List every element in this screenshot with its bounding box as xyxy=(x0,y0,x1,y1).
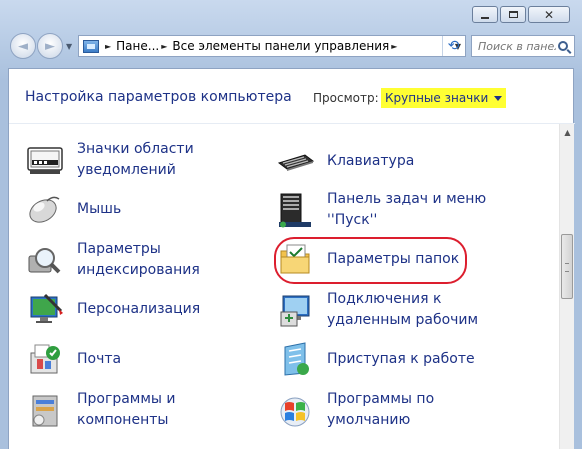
remote-connections-icon xyxy=(275,290,315,330)
default-programs-icon xyxy=(275,390,315,430)
mail-icon xyxy=(25,339,65,379)
item-remote-connections[interactable]: Подключения к удаленным рабочим xyxy=(275,289,478,331)
search-box[interactable] xyxy=(471,35,575,57)
breadcrumb-separator-icon[interactable]: ► xyxy=(161,42,167,51)
chevron-down-icon xyxy=(494,96,503,101)
scroll-thumb[interactable] xyxy=(561,234,573,299)
item-label: Подключения к удаленным рабочим xyxy=(327,291,479,328)
item-personalization[interactable]: Персонализация xyxy=(25,289,200,329)
item-indexing-options[interactable]: Параметры индексирования xyxy=(25,239,200,281)
arrow-right-icon: ► xyxy=(45,38,55,54)
refresh-icon: ⟲ xyxy=(447,38,460,54)
page-title: Настройка параметров компьютера xyxy=(25,89,292,105)
search-input[interactable] xyxy=(478,39,556,53)
item-keyboard[interactable]: Клавиатура xyxy=(275,141,414,181)
getting-started-icon xyxy=(275,339,315,379)
item-mail[interactable]: Почта xyxy=(25,339,121,379)
breadcrumb-all-items[interactable]: Все элементы панели управления xyxy=(172,39,389,53)
item-taskbar-start-menu[interactable]: Панель задач и меню ''Пуск'' xyxy=(275,189,486,231)
recent-pages-dropdown-icon[interactable]: ▼ xyxy=(66,42,72,51)
vertical-scrollbar[interactable]: ▲ xyxy=(559,124,574,449)
back-button[interactable]: ◄ xyxy=(10,33,36,59)
personalization-icon xyxy=(25,289,65,329)
refresh-button[interactable]: ⟲ xyxy=(442,36,464,56)
annotation-highlight-ring xyxy=(274,237,467,284)
caption-buttons: ✕ xyxy=(472,6,570,23)
notification-area-icon xyxy=(25,140,65,180)
item-label: Панель задач и меню ''Пуск'' xyxy=(327,191,487,228)
item-label: Приступая к работе xyxy=(327,350,475,367)
minimize-button[interactable] xyxy=(472,6,498,23)
control-panel-content: Настройка параметров компьютера Просмотр… xyxy=(8,68,575,449)
item-default-programs[interactable]: Программы по умолчанию xyxy=(275,389,434,431)
close-button[interactable]: ✕ xyxy=(528,6,570,23)
view-mode-value: Крупные значки xyxy=(385,91,489,105)
indexing-icon xyxy=(25,240,65,280)
forward-button[interactable]: ► xyxy=(37,33,63,59)
content-header: Настройка параметров компьютера Просмотр… xyxy=(9,69,575,124)
item-label: Персонализация xyxy=(77,300,201,317)
item-notification-icons[interactable]: Значки области уведомлений xyxy=(25,139,194,181)
address-bar[interactable]: ► Пане... ► Все элементы панели управлен… xyxy=(78,35,466,57)
breadcrumb-control-panel[interactable]: Пане... xyxy=(116,39,159,53)
minimize-icon xyxy=(481,16,489,19)
item-label: Программы и компоненты xyxy=(77,391,176,428)
scroll-up-icon[interactable]: ▲ xyxy=(560,124,575,141)
maximize-button[interactable] xyxy=(500,6,526,23)
item-label: Клавиатура xyxy=(327,152,415,169)
item-getting-started[interactable]: Приступая к работе xyxy=(275,339,475,379)
maximize-icon xyxy=(508,11,518,18)
search-icon[interactable] xyxy=(558,41,568,51)
item-label: Параметры индексирования xyxy=(77,241,200,278)
taskbar-icon xyxy=(275,190,315,230)
mouse-icon xyxy=(25,189,65,229)
item-label: Программы по умолчанию xyxy=(327,391,435,428)
item-label: Значки области уведомлений xyxy=(77,141,194,178)
breadcrumb-separator-icon[interactable]: ► xyxy=(391,42,397,51)
view-mode-dropdown[interactable]: Крупные значки xyxy=(381,88,507,108)
arrow-left-icon: ◄ xyxy=(18,38,28,54)
programs-icon xyxy=(25,390,65,430)
window-frame: ✕ ◄ ► ▼ ► Пане... ► Все элементы панели … xyxy=(0,0,582,449)
close-icon: ✕ xyxy=(543,7,555,22)
control-panel-icon xyxy=(83,39,99,53)
item-programs-features[interactable]: Программы и компоненты xyxy=(25,389,176,431)
item-label: Мышь xyxy=(77,200,122,217)
breadcrumb-separator-icon[interactable]: ► xyxy=(105,42,111,51)
view-label: Просмотр: xyxy=(313,91,379,105)
item-label: Почта xyxy=(77,350,122,367)
keyboard-icon xyxy=(275,141,315,181)
item-mouse[interactable]: Мышь xyxy=(25,189,121,229)
